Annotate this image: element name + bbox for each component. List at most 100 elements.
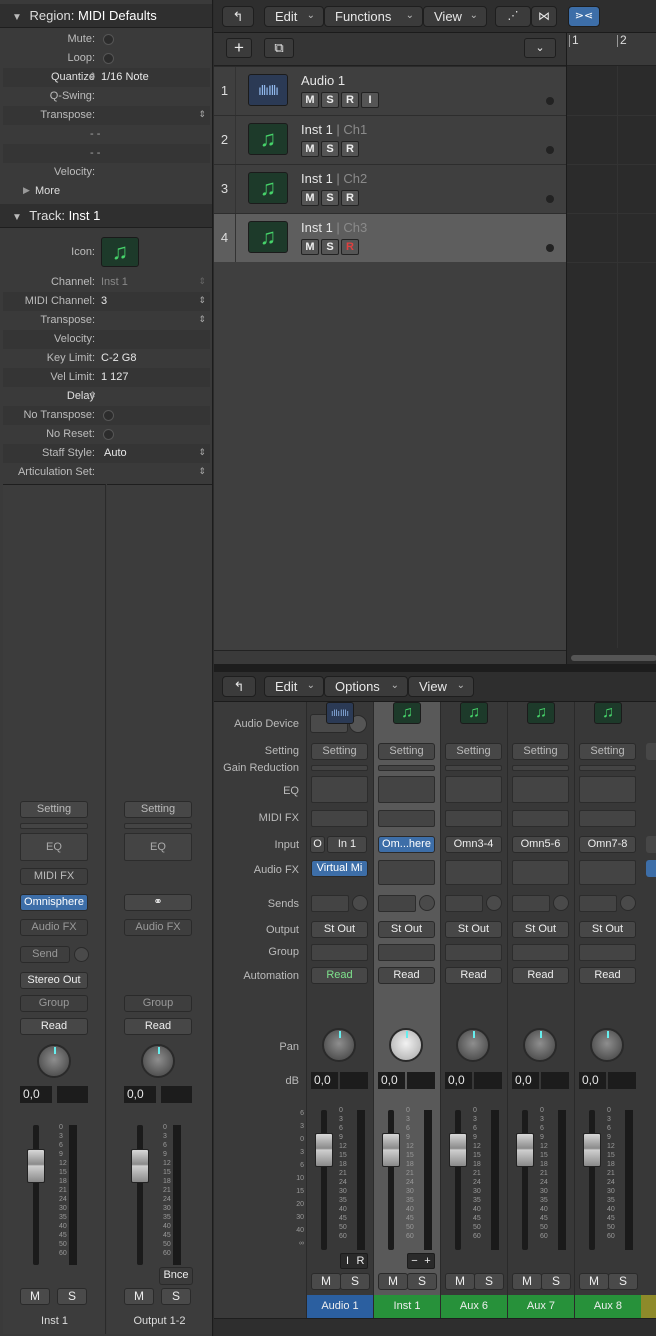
track-row[interactable]: 3 ♫ Inst 1 | Ch2 MSR bbox=[214, 165, 566, 214]
solo-button[interactable]: S bbox=[57, 1288, 87, 1305]
link-icon[interactable]: ⚭ bbox=[124, 894, 192, 911]
automation-mode-button[interactable]: Read bbox=[20, 1018, 88, 1035]
input-slot[interactable]: In 1 bbox=[327, 836, 367, 853]
track-velocity-row[interactable]: Velocity: bbox=[3, 330, 210, 349]
track-channel-row[interactable]: Channel: Inst 1 ⇕ bbox=[3, 273, 210, 292]
catch-icon[interactable]: ⋈ bbox=[531, 6, 557, 27]
pan-knob[interactable] bbox=[37, 1044, 71, 1078]
stepper-icon[interactable]: ⇕ bbox=[198, 314, 206, 325]
mute-button[interactable]: M bbox=[512, 1273, 542, 1290]
duplicate-track-icon[interactable]: ⧉ bbox=[264, 38, 294, 58]
setting-button[interactable]: Setting bbox=[378, 743, 435, 760]
send-level-knob[interactable] bbox=[620, 895, 636, 911]
pan-knob[interactable] bbox=[523, 1028, 557, 1062]
input-slot[interactable]: Omn5-6 bbox=[512, 836, 569, 853]
midi-fx-slot[interactable] bbox=[512, 810, 569, 827]
mixer-edit-menu[interactable]: Edit ⌄ bbox=[264, 676, 324, 697]
no-transpose-checkbox[interactable] bbox=[103, 410, 114, 421]
automation-mode-button[interactable]: Read bbox=[512, 967, 569, 984]
output-slot[interactable]: St Out bbox=[445, 921, 502, 938]
track-staff-style-row[interactable]: Staff Style: Auto ⇕ bbox=[3, 444, 210, 463]
volume-db-display[interactable]: 0,0 bbox=[311, 1072, 338, 1089]
send-level-knob[interactable] bbox=[74, 947, 89, 962]
track-vel-limit-row[interactable]: Vel Limit: 1 127 bbox=[3, 368, 210, 387]
setting-button[interactable]: Setting bbox=[512, 743, 569, 760]
pan-knob[interactable] bbox=[590, 1028, 624, 1062]
track-transpose-row[interactable]: Transpose: ⇕ bbox=[3, 311, 210, 330]
record-enable-button[interactable]: R bbox=[341, 92, 359, 108]
volume-fader-handle[interactable] bbox=[382, 1133, 400, 1167]
track-name[interactable]: Inst 1 | Ch3 bbox=[301, 220, 367, 235]
track-name[interactable]: Inst 1 | Ch2 bbox=[301, 171, 367, 186]
loop-checkbox[interactable] bbox=[103, 53, 114, 64]
volume-fader-handle[interactable] bbox=[449, 1133, 467, 1167]
automation-mode-button[interactable]: Read bbox=[445, 967, 502, 984]
send-slot[interactable]: Send bbox=[20, 946, 70, 963]
strip-name[interactable]: Aux 8 bbox=[575, 1295, 641, 1318]
solo-button[interactable]: S bbox=[340, 1273, 370, 1290]
edit-menu[interactable]: Edit ⌄ bbox=[264, 6, 324, 27]
extra-button[interactable]: R bbox=[354, 1254, 367, 1268]
volume-fader-track[interactable] bbox=[522, 1110, 528, 1250]
send-slot[interactable] bbox=[311, 895, 349, 912]
add-track-icon[interactable]: + bbox=[226, 38, 252, 58]
volume-fader-handle[interactable] bbox=[516, 1133, 534, 1167]
region-param-row[interactable]: - - bbox=[3, 144, 210, 163]
volume-db-display[interactable]: 0,0 bbox=[378, 1072, 405, 1089]
group-slot[interactable] bbox=[445, 944, 502, 961]
arrange-area[interactable]: 1 2 bbox=[566, 33, 656, 664]
mute-button[interactable]: M bbox=[20, 1288, 50, 1305]
more-label[interactable]: More bbox=[35, 185, 60, 197]
input-slot[interactable]: Om...here bbox=[378, 836, 435, 853]
input-slot[interactable]: Omn3-4 bbox=[445, 836, 502, 853]
stepper-icon[interactable]: ⇕ bbox=[198, 109, 206, 120]
automation-mode-button[interactable]: Read bbox=[124, 1018, 192, 1035]
stepper-icon[interactable]: ⇕ bbox=[198, 447, 206, 458]
group-slot[interactable] bbox=[311, 944, 368, 961]
eq-slot[interactable] bbox=[445, 776, 502, 803]
key-limit-value[interactable]: C-2 G8 bbox=[101, 352, 136, 364]
mute-button[interactable]: M bbox=[378, 1273, 408, 1290]
disclosure-triangle-icon[interactable]: ▼ bbox=[12, 212, 22, 223]
volume-db-display[interactable]: 0,0 bbox=[124, 1086, 156, 1103]
output-slot[interactable]: St Out bbox=[378, 921, 435, 938]
send-level-knob[interactable] bbox=[352, 895, 368, 911]
audio-fx-slot[interactable] bbox=[579, 860, 636, 885]
eq-slot[interactable] bbox=[378, 776, 435, 803]
send-level-knob[interactable] bbox=[486, 895, 502, 911]
track-midi-channel-row[interactable]: MIDI Channel: 3 ⇕ bbox=[3, 292, 210, 311]
track-row[interactable]: 1 ıllıIllı Audio 1 MSRI bbox=[214, 67, 566, 116]
midi-channel-value[interactable]: 3 bbox=[101, 295, 107, 307]
mute-button[interactable]: M bbox=[301, 190, 319, 206]
mute-button[interactable]: M bbox=[311, 1273, 341, 1290]
mute-button[interactable]: M bbox=[445, 1273, 475, 1290]
stepper-icon[interactable]: ⇕ bbox=[198, 466, 206, 477]
audio-fx-slot[interactable]: Audio FX bbox=[20, 919, 88, 936]
send-slot[interactable] bbox=[445, 895, 483, 912]
track-header[interactable]: ▼ Track: Inst 1 bbox=[0, 204, 212, 228]
volume-db-display[interactable]: 0,0 bbox=[20, 1086, 52, 1103]
extra-button[interactable]: + bbox=[421, 1254, 434, 1268]
send-slot[interactable] bbox=[512, 895, 550, 912]
region-qswing-row[interactable]: Q-Swing: bbox=[3, 87, 210, 106]
param-value[interactable]: - - bbox=[90, 128, 100, 140]
pan-knob[interactable] bbox=[389, 1028, 423, 1062]
output-slot[interactable]: St Out bbox=[512, 921, 569, 938]
eq-slot[interactable] bbox=[579, 776, 636, 803]
group-slot[interactable]: Group bbox=[20, 995, 88, 1012]
volume-fader-track[interactable] bbox=[137, 1125, 143, 1265]
group-slot[interactable] bbox=[512, 944, 569, 961]
horizontal-scrollbar[interactable] bbox=[571, 655, 656, 661]
flex-icon[interactable]: ⋗⋖ bbox=[568, 6, 600, 27]
bounce-button[interactable]: Bnce bbox=[159, 1267, 193, 1285]
track-list-empty-area[interactable] bbox=[214, 262, 566, 650]
setting-button[interactable]: Setting bbox=[579, 743, 636, 760]
extra-button[interactable]: I bbox=[341, 1254, 354, 1268]
mixer-view-menu[interactable]: View ⌄ bbox=[408, 676, 474, 697]
view-menu[interactable]: View ⌄ bbox=[423, 6, 487, 27]
audio-fx-slot[interactable] bbox=[445, 860, 502, 885]
midi-fx-slot[interactable] bbox=[378, 810, 435, 827]
pan-knob[interactable] bbox=[322, 1028, 356, 1062]
track-name[interactable]: Inst 1 | Ch1 bbox=[301, 122, 367, 137]
mute-checkbox[interactable] bbox=[103, 34, 114, 45]
